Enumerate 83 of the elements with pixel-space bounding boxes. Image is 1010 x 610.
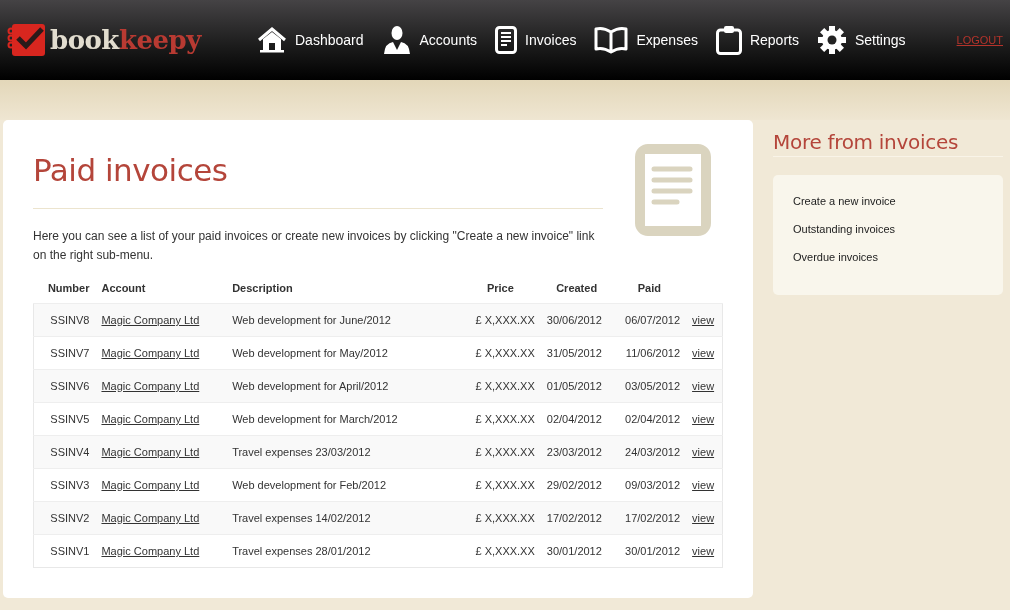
- nav-link[interactable]: Invoices: [495, 26, 577, 54]
- nav-link[interactable]: Expenses: [594, 26, 698, 54]
- table-cell: 17/02/2012: [612, 501, 687, 535]
- table-cell: 30/01/2012: [612, 534, 687, 568]
- table-cell: 29/02/2012: [540, 468, 613, 502]
- column-header: Account: [95, 281, 227, 304]
- view-link[interactable]: view: [692, 446, 715, 458]
- page-title: Paid invoices: [33, 152, 229, 188]
- nav-link[interactable]: Reports: [715, 25, 799, 55]
- table-cell: £ X,XXX.XX: [460, 402, 541, 436]
- account-link[interactable]: Magic Company Ltd: [101, 314, 200, 326]
- table-cell: Web development for Feb/2012: [226, 468, 460, 502]
- table-cell: Web development for May/2012: [226, 336, 460, 370]
- column-header: Paid: [612, 281, 687, 304]
- table-cell: £ X,XXX.XX: [460, 501, 541, 535]
- nav-link[interactable]: Accounts: [381, 26, 478, 54]
- nav-link[interactable]: Dashboard: [257, 27, 364, 53]
- table-cell: 17/02/2012: [540, 501, 613, 535]
- account-link[interactable]: Magic Company Ltd: [101, 380, 200, 392]
- table-cell: 24/03/2012: [612, 435, 687, 469]
- account-link[interactable]: Magic Company Ltd: [101, 347, 200, 359]
- table-cell: SSINV8: [33, 303, 96, 337]
- table-cell: 23/03/2012: [540, 435, 613, 469]
- column-header: Created: [540, 281, 613, 304]
- notebook-check-icon: [7, 22, 47, 58]
- column-header: Number: [33, 281, 96, 304]
- view-link[interactable]: view: [692, 479, 715, 491]
- view-link[interactable]: view: [692, 314, 715, 326]
- table-cell: Travel expenses 28/01/2012: [226, 534, 460, 568]
- table-cell: SSINV2: [33, 501, 96, 535]
- account-link[interactable]: Magic Company Ltd: [101, 512, 200, 524]
- nav-link[interactable]: Settings: [816, 25, 906, 55]
- intro-text: Here you can see a list of your paid invoices or create new invoices by clicking "Create a new invoice" link on the right sub-menu.: [33, 228, 596, 264]
- account-link[interactable]: Magic Company Ltd: [101, 413, 200, 425]
- table-cell: 02/04/2012: [612, 402, 687, 436]
- clipboard-icon: [715, 25, 742, 55]
- house-icon: [257, 27, 287, 53]
- submenu-link[interactable]: Overdue invoices: [793, 251, 983, 263]
- view-link[interactable]: view: [692, 413, 715, 425]
- settings-icon: [816, 25, 847, 55]
- account-link[interactable]: Magic Company Ltd: [101, 545, 200, 557]
- table-cell: SSINV5: [33, 402, 96, 436]
- table-cell: 11/06/2012: [612, 336, 687, 370]
- table-cell: £ X,XXX.XX: [460, 336, 541, 370]
- table-cell: 03/05/2012: [612, 369, 687, 403]
- table-cell: 02/04/2012: [540, 402, 613, 436]
- table-cell: SSINV6: [33, 369, 96, 403]
- table-cell: Web development for June/2012: [226, 303, 460, 337]
- table-cell: 31/05/2012: [540, 336, 613, 370]
- table-cell: SSINV4: [33, 435, 96, 469]
- table-cell: 06/07/2012: [612, 303, 687, 337]
- table-cell: Web development for March/2012: [226, 402, 460, 436]
- table-cell: Web development for April/2012: [226, 369, 460, 403]
- logo-text: bookkeepy: [50, 25, 201, 55]
- table-cell: Travel expenses 23/03/2012: [226, 435, 460, 469]
- view-link[interactable]: view: [692, 347, 715, 359]
- account-link[interactable]: Magic Company Ltd: [101, 479, 200, 491]
- table-cell: £ X,XXX.XX: [460, 435, 541, 469]
- table-cell: Travel expenses 14/02/2012: [226, 501, 460, 535]
- table-cell: 30/01/2012: [540, 534, 613, 568]
- table-cell: 01/05/2012: [540, 369, 613, 403]
- table-cell: SSINV3: [33, 468, 96, 502]
- document-icon: [635, 144, 711, 236]
- sidebar-title: More from invoices: [773, 130, 1003, 157]
- table-cell: SSINV1: [33, 534, 96, 568]
- view-link[interactable]: view: [692, 545, 715, 557]
- person-icon: [381, 26, 412, 54]
- view-link[interactable]: view: [692, 380, 715, 392]
- table-cell: £ X,XXX.XX: [460, 369, 541, 403]
- document-icon: [495, 26, 518, 54]
- view-link[interactable]: view: [692, 512, 715, 524]
- submenu-link[interactable]: Create a new invoice: [793, 195, 983, 207]
- column-header: Price: [460, 281, 541, 304]
- table-cell: £ X,XXX.XX: [460, 468, 541, 502]
- table-cell: £ X,XXX.XX: [460, 303, 541, 337]
- account-link[interactable]: Magic Company Ltd: [101, 446, 200, 458]
- table-cell: £ X,XXX.XX: [460, 534, 541, 568]
- submenu-link[interactable]: Outstanding invoices: [793, 223, 983, 235]
- table-cell: 30/06/2012: [540, 303, 613, 337]
- table-cell: 09/03/2012: [612, 468, 687, 502]
- open-book-icon: [594, 26, 629, 54]
- table-cell: SSINV7: [33, 336, 96, 370]
- column-header: Description: [226, 281, 460, 304]
